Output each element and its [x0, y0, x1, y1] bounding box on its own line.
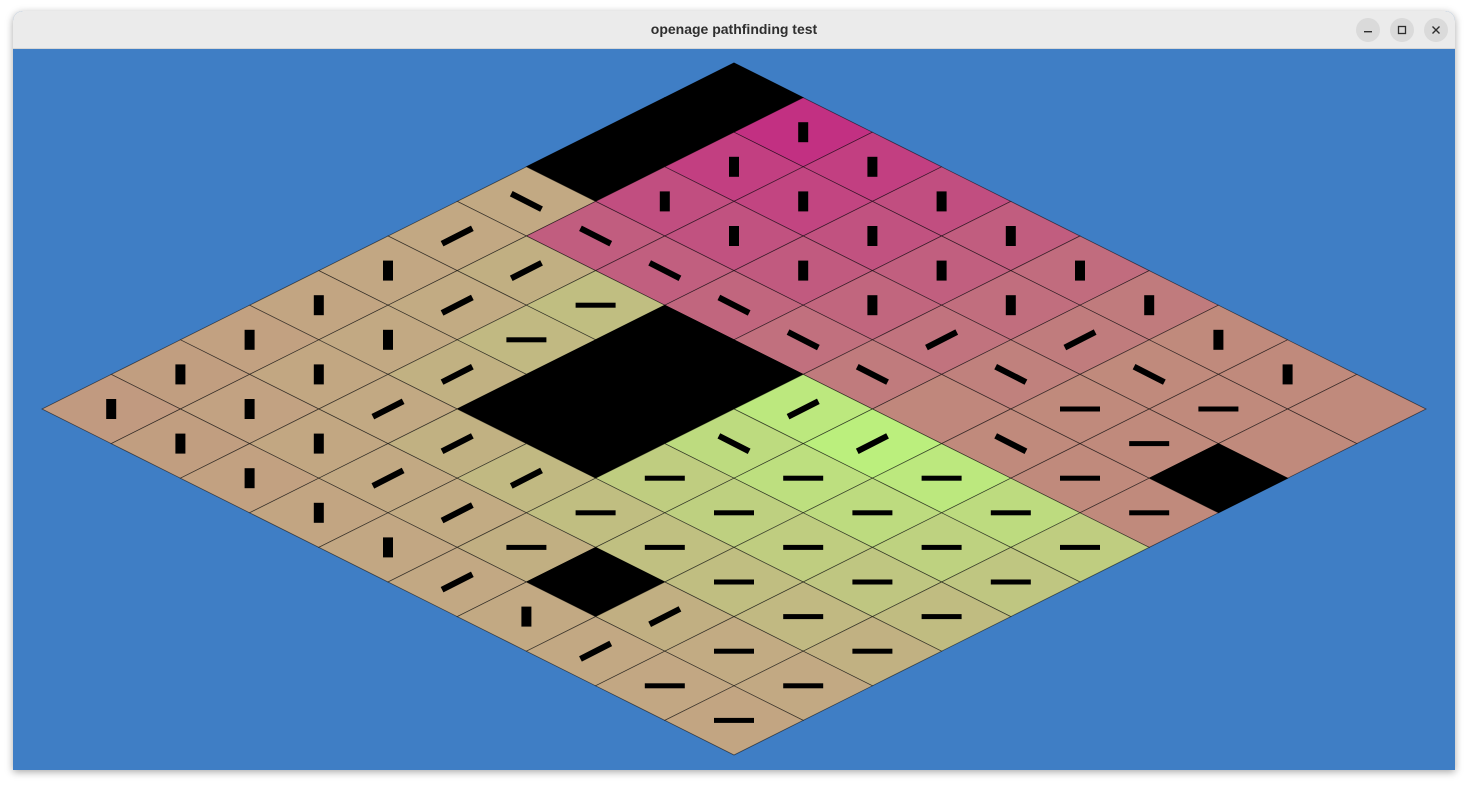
flow-direction-marker: [1060, 475, 1100, 481]
flow-direction-marker: [1144, 295, 1155, 316]
flow-direction-marker: [714, 648, 754, 654]
flow-direction-marker: [244, 399, 255, 419]
flow-direction-marker: [714, 510, 754, 516]
minimize-icon: [1364, 31, 1372, 33]
flow-direction-marker: [783, 475, 824, 481]
flow-direction-marker: [1282, 364, 1293, 385]
flow-direction-marker: [175, 364, 186, 385]
flow-direction-marker: [521, 606, 532, 627]
flow-direction-marker: [852, 648, 893, 654]
flow-direction-marker: [936, 260, 947, 281]
flow-direction-marker: [1005, 226, 1016, 246]
flow-direction-marker: [175, 433, 186, 454]
flow-direction-marker: [729, 226, 739, 246]
flow-direction-marker: [1129, 510, 1170, 516]
flow-direction-marker: [313, 502, 324, 523]
flow-direction-marker: [990, 510, 1031, 516]
flow-direction-marker: [106, 399, 117, 419]
flow-direction-marker: [313, 433, 324, 454]
flow-direction-marker: [1060, 406, 1100, 412]
flow-direction-marker: [506, 544, 547, 550]
flow-direction-marker: [575, 302, 616, 308]
maximize-icon: [1397, 25, 1407, 35]
flow-direction-marker: [644, 683, 685, 689]
window-title: openage pathfinding test: [650, 21, 818, 37]
flow-direction-marker: [921, 475, 962, 481]
flow-direction-marker: [506, 337, 547, 343]
flow-direction-marker: [936, 191, 947, 212]
flow-direction-marker: [852, 510, 893, 516]
app-window: openage pathfinding test: [13, 11, 1455, 770]
close-button[interactable]: [1424, 18, 1448, 42]
minimize-button[interactable]: [1356, 18, 1380, 42]
close-icon: [1432, 26, 1440, 34]
game-viewport[interactable]: [13, 49, 1455, 770]
flow-direction-marker: [383, 329, 393, 350]
flow-direction-marker: [921, 614, 962, 620]
maximize-button[interactable]: [1390, 18, 1414, 42]
flow-direction-marker: [867, 226, 878, 246]
flow-direction-marker: [644, 544, 685, 550]
flow-direction-marker: [867, 295, 878, 316]
flow-direction-marker: [990, 579, 1031, 585]
flow-direction-marker: [313, 364, 324, 385]
flow-direction-marker: [798, 191, 809, 212]
flow-direction-marker: [798, 122, 809, 143]
title-bar[interactable]: openage pathfinding test: [13, 11, 1455, 49]
flow-direction-marker: [313, 295, 324, 316]
flow-direction-marker: [921, 544, 962, 550]
flow-direction-marker: [1075, 260, 1085, 281]
flow-direction-marker: [783, 683, 824, 689]
flow-direction-marker: [798, 260, 809, 281]
flowfield-grid[interactable]: [13, 49, 1455, 770]
flow-direction-marker: [729, 156, 739, 177]
flow-direction-marker: [1129, 441, 1170, 447]
flow-direction-marker: [783, 544, 824, 550]
flow-direction-marker: [659, 191, 670, 212]
flow-direction-marker: [383, 260, 393, 281]
flow-direction-marker: [1198, 406, 1239, 412]
flow-direction-marker: [852, 579, 893, 585]
flow-direction-marker: [783, 614, 824, 620]
flow-direction-marker: [1060, 544, 1100, 550]
flow-direction-marker: [383, 537, 393, 558]
flow-direction-marker: [244, 329, 255, 350]
flow-direction-marker: [1005, 295, 1016, 316]
flow-direction-marker: [575, 510, 616, 516]
flow-direction-marker: [714, 717, 754, 723]
flow-direction-marker: [867, 156, 878, 177]
flow-direction-marker: [244, 468, 255, 489]
flow-direction-marker: [714, 579, 754, 585]
flow-direction-marker: [1213, 329, 1224, 350]
flow-direction-marker: [644, 475, 685, 481]
